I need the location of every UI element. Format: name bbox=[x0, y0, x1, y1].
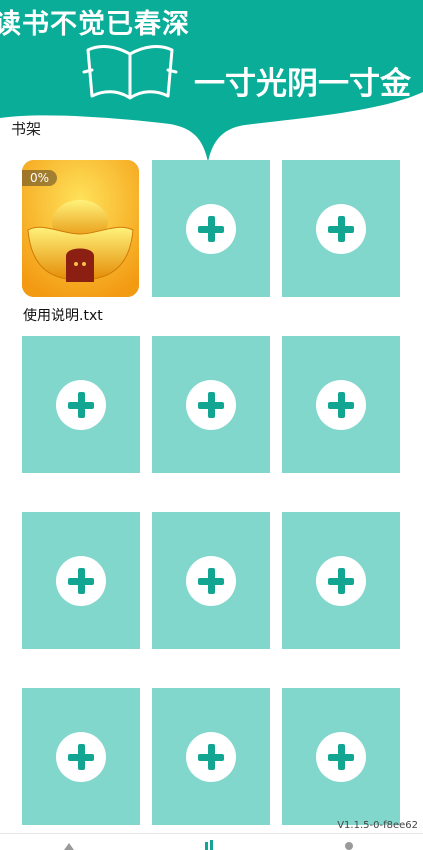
add-icon bbox=[186, 204, 236, 254]
empty-slot[interactable] bbox=[282, 336, 400, 473]
empty-slot[interactable] bbox=[22, 688, 140, 825]
add-icon bbox=[56, 556, 106, 606]
empty-slot[interactable] bbox=[152, 512, 270, 649]
add-icon bbox=[186, 380, 236, 430]
shelf-title: 书架 bbox=[11, 120, 42, 138]
empty-slot[interactable] bbox=[282, 688, 400, 825]
empty-slot[interactable] bbox=[22, 336, 140, 473]
open-book-icon bbox=[82, 45, 178, 100]
add-icon bbox=[316, 732, 366, 782]
slogan-right: 一寸光阴一寸金 bbox=[194, 66, 411, 102]
add-icon bbox=[56, 380, 106, 430]
book-name[interactable]: 使用说明.txt bbox=[23, 305, 103, 325]
book-progress-badge: 0% bbox=[22, 170, 58, 186]
add-icon bbox=[316, 204, 366, 254]
empty-slot[interactable] bbox=[282, 512, 400, 649]
add-icon bbox=[56, 732, 106, 782]
add-icon bbox=[316, 380, 366, 430]
empty-slot[interactable] bbox=[152, 688, 270, 825]
home-icon[interactable] bbox=[62, 840, 76, 850]
add-icon bbox=[186, 556, 236, 606]
empty-slot[interactable] bbox=[152, 336, 270, 473]
add-icon bbox=[186, 732, 236, 782]
bookshelf-icon[interactable] bbox=[202, 840, 216, 850]
empty-slot[interactable] bbox=[282, 160, 400, 297]
empty-slot[interactable] bbox=[152, 160, 270, 297]
profile-icon[interactable] bbox=[342, 840, 356, 850]
slogan-top: 读书不觉已春深 bbox=[0, 9, 190, 40]
bottom-nav bbox=[0, 833, 423, 850]
add-icon bbox=[316, 556, 366, 606]
version-label: V1.1.5-0-f8ee62 bbox=[337, 820, 418, 831]
empty-slot[interactable] bbox=[22, 512, 140, 649]
